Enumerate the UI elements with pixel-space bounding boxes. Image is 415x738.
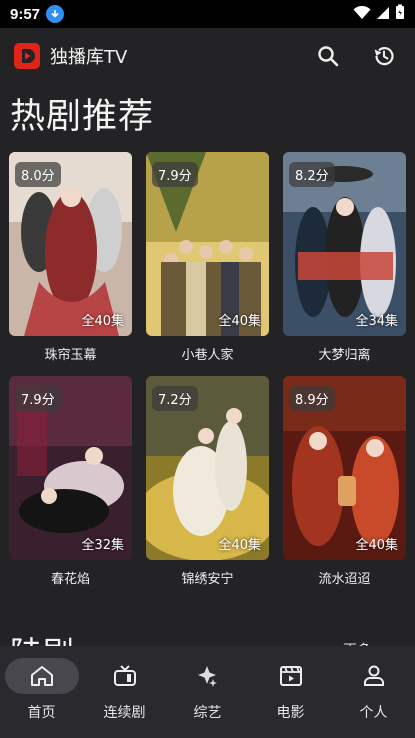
tv-icon	[113, 665, 136, 686]
card-title[interactable]: 珠帘玉幕	[9, 344, 132, 363]
signal-icon	[376, 5, 390, 24]
episode-count: 全32集	[81, 538, 124, 553]
rating-badge: 8.9分	[289, 386, 335, 411]
drama-card[interactable]: 8.0分 全40集 珠帘玉幕	[9, 152, 132, 376]
poster-image[interactable]: 8.9分 全40集	[283, 376, 406, 560]
nav-series-label: 连续剧	[103, 705, 146, 721]
drama-card[interactable]: 7.9分 全32集 春花焰	[9, 376, 132, 600]
nav-home-pill[interactable]	[4, 658, 79, 694]
episode-count: 全40集	[218, 314, 261, 329]
nav-profile-label: 个人	[359, 705, 388, 721]
home-icon	[30, 666, 53, 686]
poster-image[interactable]: 7.2分 全40集	[146, 376, 269, 560]
rating-badge: 8.2分	[289, 162, 335, 187]
app-logo-icon	[14, 43, 40, 69]
drama-card[interactable]: 8.2分 全34集 大梦归离	[283, 152, 406, 376]
film-icon	[279, 666, 302, 686]
status-time: 9:57	[10, 5, 41, 23]
episode-count: 全40集	[218, 538, 261, 553]
drama-card[interactable]: 8.9分 全40集 流水迢迢	[283, 376, 406, 600]
poster-image[interactable]: 8.2分 全34集	[283, 152, 406, 336]
card-title[interactable]: 小巷人家	[146, 344, 269, 363]
rating-badge: 7.9分	[152, 162, 198, 187]
poster-image[interactable]: 7.9分 全40集	[146, 152, 269, 336]
drama-card[interactable]: 7.9分 全40集 小巷人家	[146, 152, 269, 376]
nav-movie[interactable]: 电影	[249, 646, 332, 738]
history-button[interactable]	[367, 39, 401, 73]
app-title: 独播库TV	[50, 47, 128, 68]
battery-icon	[395, 4, 405, 24]
section-title: 热剧推荐	[10, 97, 155, 137]
card-title[interactable]: 春花焰	[9, 568, 132, 587]
episode-count: 全40集	[355, 538, 398, 553]
episode-count: 全40集	[81, 314, 124, 329]
sparkle-icon	[197, 666, 217, 687]
history-icon	[374, 47, 394, 66]
rating-badge: 8.0分	[15, 162, 61, 187]
drama-grid: 8.0分 全40集 珠帘玉幕 7.9分 全40集 小巷人家 8.2分 全34集 …	[9, 152, 406, 600]
rating-badge: 7.9分	[15, 386, 61, 411]
bottom-navigation: 首页 连续剧 综艺 电影 个人	[0, 646, 415, 738]
nav-profile[interactable]: 个人	[332, 646, 415, 738]
next-section-title: 陆剧	[10, 628, 74, 646]
status-bar: 9:57	[0, 0, 415, 28]
episode-count: 全34集	[355, 314, 398, 329]
card-title[interactable]: 锦绣安宁	[146, 568, 269, 587]
nav-variety[interactable]: 综艺	[166, 646, 249, 738]
app-bar: 独播库TV	[0, 28, 415, 84]
person-icon	[363, 665, 384, 686]
wifi-icon	[353, 5, 371, 24]
rating-badge: 7.2分	[152, 386, 198, 411]
download-icon	[46, 5, 65, 23]
nav-home[interactable]: 首页	[0, 646, 83, 738]
drama-card[interactable]: 7.2分 全40集 锦绣安宁	[146, 376, 269, 600]
card-title[interactable]: 大梦归离	[283, 344, 406, 363]
search-button[interactable]	[311, 39, 345, 73]
poster-image[interactable]: 7.9分 全32集	[9, 376, 132, 560]
search-icon	[318, 46, 339, 67]
poster-image[interactable]: 8.0分 全40集	[9, 152, 132, 336]
nav-variety-label: 综艺	[193, 705, 222, 721]
card-title[interactable]: 流水迢迢	[283, 568, 406, 587]
nav-home-label: 首页	[27, 705, 56, 721]
nav-series[interactable]: 连续剧	[83, 646, 166, 738]
nav-movie-label: 电影	[276, 705, 305, 721]
